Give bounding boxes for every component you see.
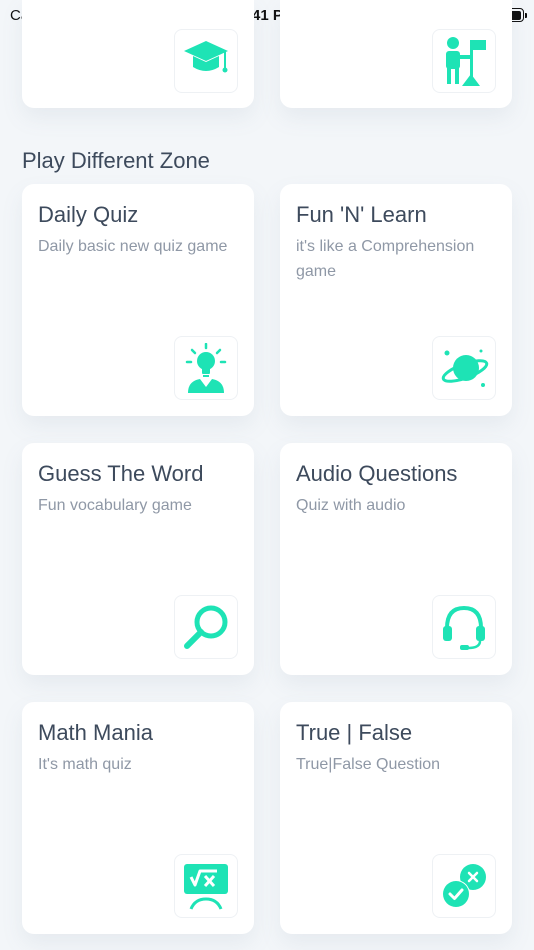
icon-box xyxy=(174,854,238,918)
card-description: Fun vocabulary game xyxy=(38,497,192,514)
card-description: Quiz with audio xyxy=(296,497,406,514)
math-board-icon xyxy=(184,864,228,910)
planet-icon xyxy=(441,349,489,387)
card-description: it's like a Comprehension game xyxy=(296,238,475,280)
icon-box xyxy=(432,595,496,659)
top-card-left[interactable] xyxy=(22,0,254,108)
card-title: Guess The Word xyxy=(38,461,204,486)
headset-icon xyxy=(443,605,485,650)
icon-box xyxy=(432,29,496,93)
card-title: Fun 'N' Learn xyxy=(296,202,427,227)
icon-box xyxy=(174,336,238,400)
icon-box xyxy=(432,854,496,918)
zone-card-true-false[interactable]: True | False True|False Question xyxy=(280,702,512,934)
card-title: True | False xyxy=(296,720,413,745)
top-card-right[interactable] xyxy=(280,0,512,108)
idea-person-icon xyxy=(185,343,227,393)
check-cross-icon xyxy=(442,864,486,908)
zone-card-audio-questions[interactable]: Audio Questions Quiz with audio xyxy=(280,443,512,675)
person-flag-icon xyxy=(446,37,486,86)
zone-card-guess-the-word[interactable]: Guess The Word Fun vocabulary game xyxy=(22,443,254,675)
icon-box xyxy=(174,595,238,659)
section-title: Play Different Zone xyxy=(22,148,210,173)
card-title: Audio Questions xyxy=(296,461,458,486)
card-description: Daily basic new quiz game xyxy=(38,238,228,255)
zone-card-fun-n-learn[interactable]: Fun 'N' Learn it's like a Comprehension … xyxy=(280,184,512,416)
card-title: Math Mania xyxy=(38,720,153,745)
card-description: It's math quiz xyxy=(38,756,132,773)
icon-box xyxy=(174,29,238,93)
graduation-cap-icon xyxy=(184,41,228,73)
zone-card-math-mania[interactable]: Math Mania It's math quiz xyxy=(22,702,254,934)
card-description: True|False Question xyxy=(296,756,441,773)
icon-box xyxy=(432,336,496,400)
magnifier-icon xyxy=(184,605,228,649)
zone-card-daily-quiz[interactable]: Daily Quiz Daily basic new quiz game xyxy=(22,184,254,416)
card-title: Daily Quiz xyxy=(38,202,139,227)
